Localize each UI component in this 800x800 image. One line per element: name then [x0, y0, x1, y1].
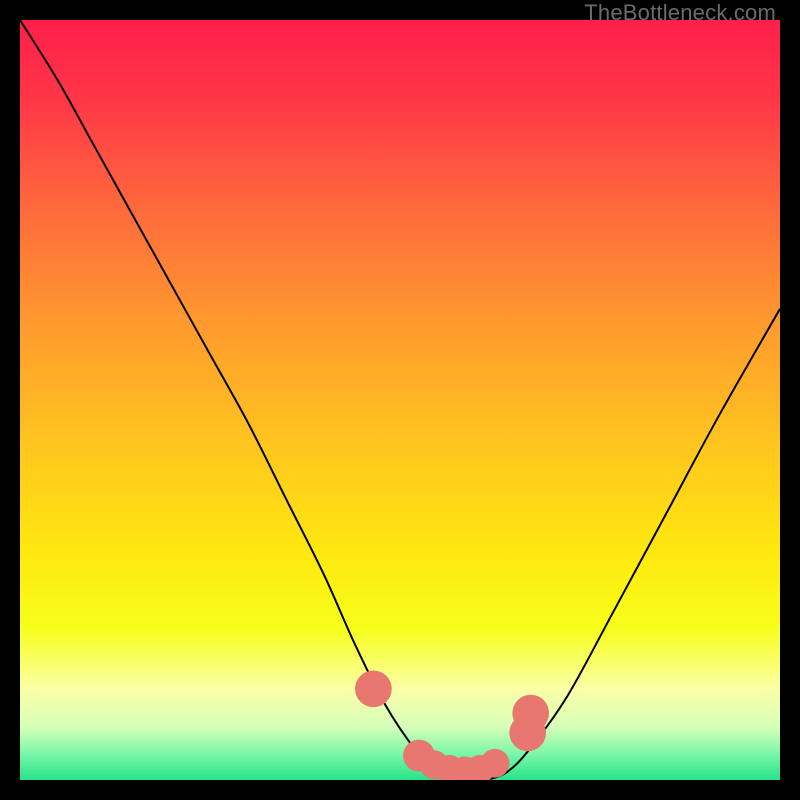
gradient-background	[20, 20, 780, 780]
watermark-text: TheBottleneck.com	[584, 0, 776, 26]
curve-marker	[512, 695, 549, 732]
bottleneck-chart	[20, 20, 780, 780]
curve-marker	[355, 670, 392, 707]
curve-marker	[481, 749, 510, 778]
chart-frame	[20, 20, 780, 780]
